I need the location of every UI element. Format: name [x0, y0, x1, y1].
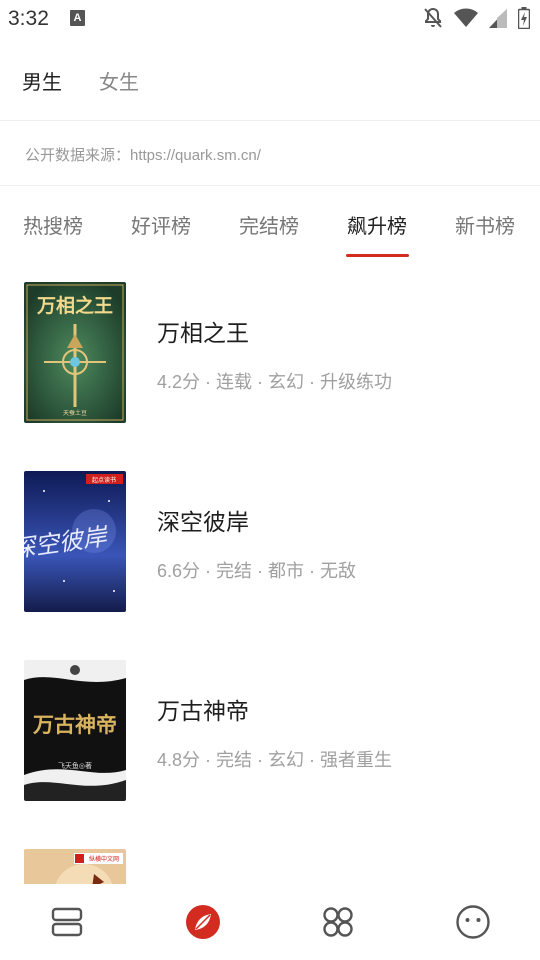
nav-bookshelf[interactable] — [47, 904, 87, 944]
book-cover: 万相之王 天蚕土豆 — [24, 282, 126, 423]
nav-categories[interactable] — [318, 904, 358, 944]
ranking-tabs: 热搜榜 好评榜 完结榜 飙升榜 新书榜 — [0, 206, 540, 260]
tab-rising[interactable]: 飙升榜 — [347, 210, 407, 239]
book-cover: 万古神帝 飞天鱼◎著 — [24, 660, 126, 801]
cover-badge: 起点读书 — [92, 476, 116, 484]
book-title: 深空彼岸 — [157, 509, 249, 535]
tab-hot-search[interactable]: 热搜榜 — [23, 210, 83, 239]
nav-discover[interactable] — [183, 904, 223, 944]
tab-completed[interactable]: 完结榜 — [239, 210, 299, 239]
divider — [0, 185, 540, 186]
book-meta: 6.6分 · 完结 · 都市 · 无敌 — [157, 561, 357, 581]
bookshelf-icon — [50, 905, 84, 944]
list-item[interactable]: 起点读书 深空彼岸 深空彼岸 6.6分 · 完结 · 都市 · 无敌 — [0, 469, 540, 612]
list-item[interactable]: 纵横中文网 — [0, 847, 540, 884]
tab-top-rated[interactable]: 好评榜 — [131, 210, 191, 239]
discover-compass-icon — [185, 904, 221, 945]
cover-title: 万相之王 — [36, 294, 113, 317]
book-cover: 纵横中文网 — [24, 849, 126, 884]
wifi-icon — [454, 8, 478, 28]
status-icons — [423, 7, 530, 29]
book-title: 万古神帝 — [157, 698, 249, 724]
tab-male[interactable]: 男生 — [22, 52, 62, 104]
profile-face-icon — [455, 904, 491, 945]
book-meta: 4.8分 · 完结 · 玄幻 · 强者重生 — [157, 750, 393, 770]
nav-profile[interactable] — [453, 904, 493, 944]
book-cover: 起点读书 深空彼岸 — [24, 471, 126, 612]
cover-badge: 纵横中文网 — [89, 855, 119, 863]
active-tab-indicator — [346, 254, 409, 257]
book-meta: 4.2分 · 连载 · 玄幻 · 升级练功 — [157, 372, 393, 392]
gender-tabs: 男生 女生 — [0, 52, 540, 104]
book-title: 万相之王 — [157, 320, 249, 346]
tab-new-books[interactable]: 新书榜 — [455, 210, 515, 239]
notification-app-icon: A — [70, 10, 85, 26]
bottom-navigation — [0, 884, 540, 960]
list-item[interactable]: 万相之王 天蚕土豆 万相之王 4.2分 · 连载 · 玄幻 · 升级练功 — [0, 280, 540, 423]
list-item[interactable]: 万古神帝 飞天鱼◎著 万古神帝 4.8分 · 完结 · 玄幻 · 强者重生 — [0, 658, 540, 801]
divider — [0, 120, 540, 121]
book-list: 万相之王 天蚕土豆 万相之王 4.2分 · 连载 · 玄幻 · 升级练功 起点读… — [0, 280, 540, 884]
status-time: 3:32 — [8, 7, 49, 30]
cover-title: 万古神帝 — [32, 712, 117, 737]
categories-grid-icon — [321, 905, 355, 944]
data-source-text: 公开数据来源：https://quark.sm.cn/ — [25, 147, 261, 164]
notifications-off-icon — [423, 7, 443, 29]
cover-author: 天蚕土豆 — [63, 409, 87, 417]
battery-charging-icon — [518, 7, 530, 29]
cover-author: 飞天鱼◎著 — [58, 761, 92, 770]
signal-icon — [489, 8, 507, 28]
tab-female[interactable]: 女生 — [99, 52, 139, 104]
status-bar: 3:32 A — [0, 0, 540, 38]
